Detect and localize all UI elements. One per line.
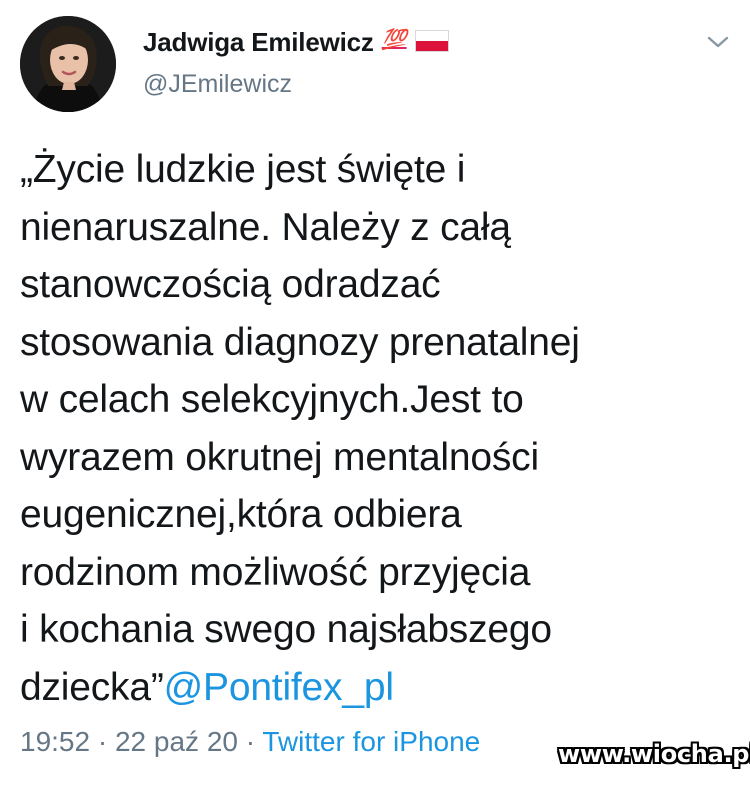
author-name-row: Jadwiga Emilewicz 💯 <box>143 24 449 60</box>
tweet-date[interactable]: 22 paź 20 <box>115 726 238 757</box>
meta-separator: · <box>90 726 115 757</box>
meta-separator: · <box>237 726 263 757</box>
tweet-text-line: i kochania swego najsłabszego <box>20 608 552 651</box>
tweet-text-line: „Życie ludzkie jest święte i <box>20 148 466 191</box>
chevron-down-icon[interactable] <box>700 28 736 56</box>
tweet-text-line: eugenicznej,która odbiera <box>20 493 462 536</box>
tweet-meta: 19:52 · 22 paź 20 · Twitter for iPhone <box>20 726 480 758</box>
tweet-text-line: stosowania diagnozy prenatalnej <box>20 320 580 364</box>
tweet-text-line: dziecka” <box>20 665 164 709</box>
tweet-text-line: stanowczością odradzać <box>20 263 441 306</box>
tweet-text: „Życie ludzkie jest święte i nienaruszal… <box>20 141 720 716</box>
poland-flag-icon <box>414 30 449 52</box>
tweet-time[interactable]: 19:52 <box>20 726 90 757</box>
mention-link[interactable]: @Pontifex_pl <box>164 666 394 709</box>
tweet-text-line: wyrazem okrutnej mentalności <box>20 435 539 479</box>
display-name[interactable]: Jadwiga Emilewicz <box>143 27 374 58</box>
tweet-text-last-line: dziecka”@Pontifex_pl <box>20 659 720 717</box>
avatar[interactable] <box>20 16 116 112</box>
tweet-text-line: nienaruszalne. Należy z całą <box>20 205 511 249</box>
watermark: www.wiocha.pl <box>558 740 750 768</box>
hundred-points-icon: 💯 <box>381 27 407 51</box>
tweet-text-line: rodzinom możliwość przyjęcia <box>20 550 531 594</box>
user-handle[interactable]: @JEmilewicz <box>143 70 292 99</box>
avatar-photo <box>20 16 116 112</box>
source-link[interactable]: Twitter for iPhone <box>262 726 480 757</box>
tweet-text-line: w celach selekcyjnych.Jest to <box>20 378 524 421</box>
